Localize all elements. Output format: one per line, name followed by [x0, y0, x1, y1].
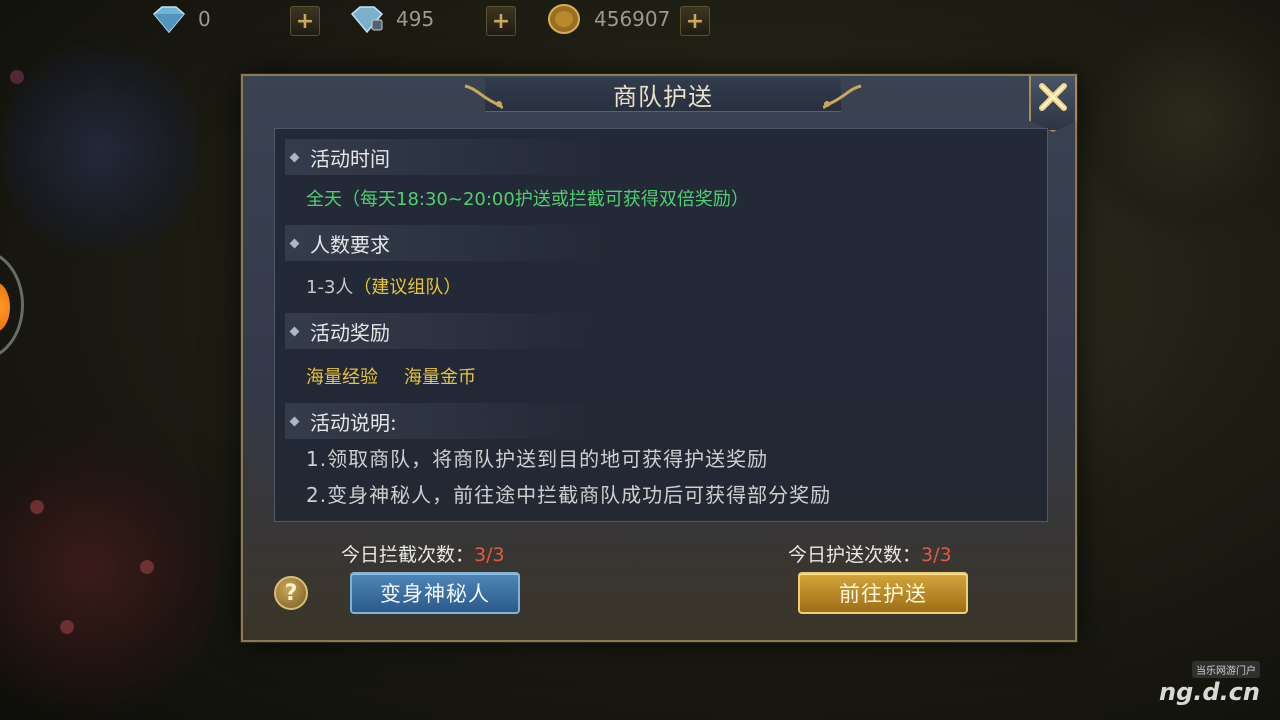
escort-count-label: 今日护送次数： [788, 544, 922, 566]
diamond-icon [146, 3, 190, 35]
bullet-icon [289, 238, 300, 248]
intercept-count: 今日拦截次数：3/3 [341, 540, 505, 567]
rewards-list: 海量经验 海量金币 [306, 363, 476, 389]
section-title: 活动说明: [310, 410, 397, 435]
section-title: 活动奖励 [310, 320, 390, 345]
background-flower [10, 70, 24, 84]
section-description-heading: 活动说明: [285, 403, 605, 439]
section-title: 活动时间 [310, 146, 390, 171]
escort-count: 今日护送次数：3/3 [788, 540, 952, 567]
gold-coin-icon [542, 3, 586, 35]
transform-mysterious-button[interactable]: 变身神秘人 [350, 572, 520, 614]
reward-item: 海量金币 [404, 367, 476, 388]
right-ornament-icon [823, 84, 862, 110]
add-diamond-button[interactable]: + [290, 6, 320, 36]
left-ornament-icon [464, 84, 503, 110]
resource-gold: 456907 [542, 4, 674, 34]
bound-diamond-icon [344, 3, 388, 35]
caravan-escort-dialog: 商队护送 活动时间 全天（每天18:30~20:00护送或拦截可获得双倍奖励） … [241, 74, 1077, 642]
intercept-count-label: 今日拦截次数： [341, 544, 475, 566]
watermark-logo: ng.d.cn [1159, 678, 1260, 706]
background-flower [60, 620, 74, 634]
escort-count-value: 3/3 [921, 544, 952, 566]
description-line: 1.领取商队，将商队护送到目的地可获得护送奖励 [306, 447, 769, 471]
bullet-icon [289, 152, 300, 162]
background-flower [140, 560, 154, 574]
watermark: 当乐网游门户 ng.d.cn [1159, 659, 1260, 706]
description-line: 2.变身神秘人，前往途中拦截商队成功后可获得部分奖励 [306, 483, 832, 507]
resource-bound-diamond: 495 [344, 4, 476, 34]
help-icon: ? [284, 580, 298, 606]
bullet-icon [289, 326, 300, 336]
resource-diamond: 0 [146, 4, 278, 34]
intercept-count-value: 3/3 [474, 544, 505, 566]
add-bound-diamond-button[interactable]: + [486, 6, 516, 36]
watermark-caption: 当乐网游门户 [1192, 661, 1260, 678]
section-players-heading: 人数要求 [285, 225, 605, 261]
add-gold-button[interactable]: + [680, 6, 710, 36]
background-figures [0, 40, 200, 260]
help-button[interactable]: ? [274, 576, 308, 610]
section-title: 人数要求 [310, 232, 390, 257]
bullet-icon [289, 416, 300, 426]
background-foliage-right [1080, 0, 1280, 240]
section-time-heading: 活动时间 [285, 139, 605, 175]
resource-bar: 0 + 495 + 456907 + [0, 0, 760, 40]
section-rewards-heading: 活动奖励 [285, 313, 605, 349]
players-detail: 1-3人（建议组队） [306, 273, 461, 299]
dialog-title: 商队护送 [613, 83, 713, 111]
activity-info-panel: 活动时间 全天（每天18:30~20:00护送或拦截可获得双倍奖励） 人数要求 … [274, 128, 1048, 522]
reward-item: 海量经验 [306, 367, 378, 388]
gold-count: 456907 [594, 7, 671, 31]
go-escort-button[interactable]: 前往护送 [798, 572, 968, 614]
background-flower [30, 500, 44, 514]
close-icon [1039, 83, 1067, 111]
dialog-title-plate: 商队护送 [464, 78, 862, 112]
diamond-count: 0 [198, 7, 211, 31]
players-note: （建议组队） [353, 277, 462, 298]
time-detail: 全天（每天18:30~20:00护送或拦截可获得双倍奖励） [306, 189, 749, 210]
background-foliage [0, 420, 220, 720]
close-button[interactable] [1029, 76, 1077, 132]
players-count: 1-3人 [306, 277, 354, 298]
bound-diamond-count: 495 [396, 7, 435, 31]
